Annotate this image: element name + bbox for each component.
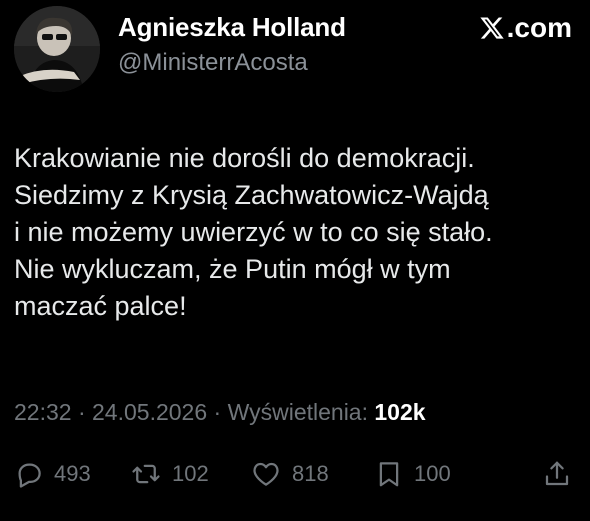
- author-handle[interactable]: @MinisterrAcosta: [118, 48, 346, 78]
- x-logo-icon: [479, 15, 505, 41]
- views-count: 102k: [374, 399, 426, 425]
- like-button[interactable]: 818: [250, 459, 374, 489]
- reply-count: 493: [54, 461, 91, 486]
- action-bar: 493 102 818 100: [14, 454, 572, 494]
- reply-button[interactable]: 493: [14, 459, 130, 489]
- like-count: 818: [292, 461, 329, 486]
- heart-icon: [250, 459, 282, 489]
- repost-count: 102: [172, 461, 209, 486]
- reply-icon: [14, 459, 44, 489]
- bookmark-count: 100: [414, 461, 451, 486]
- share-icon: [542, 458, 572, 490]
- tweet-time[interactable]: 22:32: [14, 399, 72, 425]
- brand-watermark: .com: [479, 12, 572, 44]
- bookmark-button[interactable]: 100: [374, 458, 524, 490]
- tweet-meta: 22:32 · 24.05.2026 · Wyświetlenia: 102k: [14, 397, 426, 427]
- tweet-header: Agnieszka Holland @MinisterrAcosta .com: [14, 6, 576, 92]
- author-display-name[interactable]: Agnieszka Holland: [118, 10, 346, 44]
- repost-icon: [130, 459, 162, 489]
- meta-separator: ·: [207, 399, 228, 425]
- repost-button[interactable]: 102: [130, 459, 250, 489]
- avatar[interactable]: [14, 6, 100, 92]
- meta-separator: ·: [71, 399, 93, 425]
- share-button[interactable]: [542, 458, 572, 490]
- tweet-text: Krakowianie nie dorośli do demokracji. S…: [14, 143, 493, 321]
- profile-photo-icon: [14, 6, 100, 92]
- tweet-date[interactable]: 24.05.2026: [92, 399, 207, 425]
- views-label: Wyświetlenia:: [227, 399, 368, 425]
- brand-domain-label: .com: [506, 12, 572, 43]
- bookmark-icon: [374, 458, 404, 490]
